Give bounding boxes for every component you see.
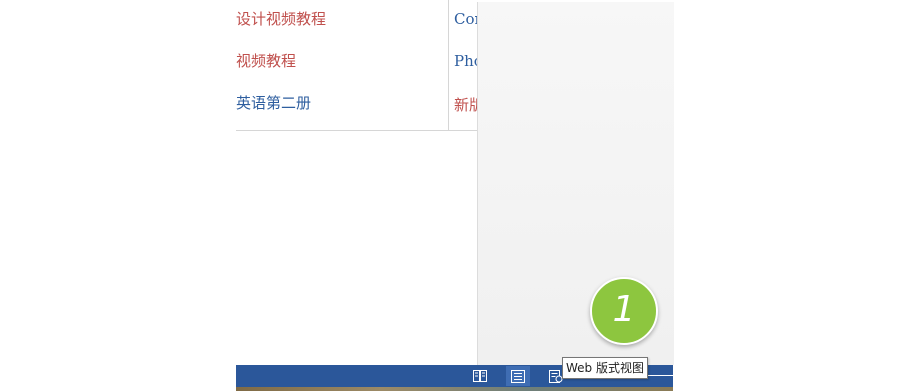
read-mode-button[interactable] [468, 366, 492, 386]
print-layout-button[interactable] [506, 366, 530, 386]
table-cell-left[interactable]: 视频教程 [236, 50, 446, 71]
book-icon [473, 370, 487, 382]
table-cell-left[interactable]: 设计视频教程 [236, 8, 446, 29]
taskbar-strip [236, 387, 673, 391]
web-layout-tooltip: Web 版式视图 [562, 357, 648, 379]
table-cell-right[interactable]: 新版 [454, 94, 477, 115]
table-cell-left[interactable]: 英语第二册 [236, 92, 446, 113]
table-cell-right[interactable]: Pho [454, 52, 477, 70]
table-column-divider [448, 0, 449, 130]
zoom-slider[interactable] [647, 375, 673, 376]
page-icon [511, 369, 525, 383]
step-number-badge: 1 [590, 277, 658, 345]
table-cell-right[interactable]: Cor [454, 10, 477, 28]
web-page-icon [549, 369, 563, 383]
